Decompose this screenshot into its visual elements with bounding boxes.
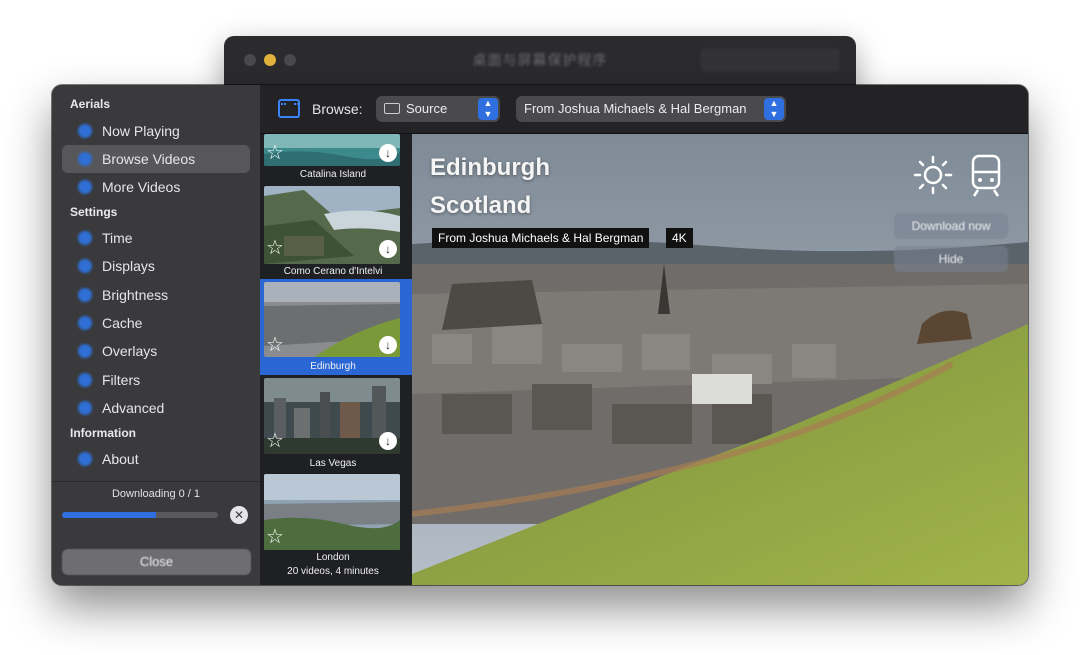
video-name: Edinburgh bbox=[310, 361, 356, 372]
section-settings: Settings bbox=[70, 205, 118, 219]
preview-subtitle: Scotland bbox=[430, 192, 532, 219]
favorite-star-icon[interactable]: ☆ bbox=[266, 527, 284, 547]
favorite-star-icon[interactable]: ☆ bbox=[266, 335, 284, 355]
background-search-field bbox=[700, 48, 840, 72]
sidebar-item-about[interactable]: About bbox=[62, 445, 250, 473]
section-aerials: Aerials bbox=[70, 97, 111, 111]
sidebar-item-more-videos[interactable]: More Videos bbox=[62, 173, 250, 201]
sidebar-item-label: Now Playing bbox=[102, 123, 180, 139]
toolbar: Browse: Source ▲ ▼ From Joshua Michaels &… bbox=[260, 85, 1028, 134]
sidebar-item-label: Browse Videos bbox=[102, 151, 196, 167]
video-count: 20 videos, 4 minutes bbox=[287, 566, 379, 577]
brightness-icon bbox=[78, 288, 92, 302]
source-select[interactable]: Source ▲ ▼ bbox=[376, 96, 500, 122]
sidebar-item-brightness[interactable]: Brightness bbox=[62, 281, 250, 309]
list-item[interactable]: ☆ London 20 videos, 4 minutes bbox=[260, 472, 412, 585]
download-icon[interactable]: ↓ bbox=[379, 240, 397, 258]
video-list: ☆ ↓ Catalina Island ☆ ↓ Como Cerano d'In… bbox=[260, 134, 412, 585]
chevron-updown-icon: ▲ ▼ bbox=[478, 98, 498, 120]
section-information: Information bbox=[70, 426, 136, 440]
sidebar-item-label: Filters bbox=[102, 372, 141, 388]
source-value: Source bbox=[406, 101, 448, 116]
video-name: Como Cerano d'Intelvi bbox=[283, 266, 383, 277]
sidebar-item-filters[interactable]: Filters bbox=[62, 366, 250, 394]
close-button[interactable]: Close bbox=[62, 549, 251, 575]
sidebar-item-label: About bbox=[102, 451, 139, 467]
filter-icon bbox=[78, 373, 92, 387]
play-icon bbox=[78, 124, 92, 138]
browse-label: Browse: bbox=[312, 101, 363, 117]
author-select[interactable]: From Joshua Michaels & Hal Bergman ▲ ▼ bbox=[516, 96, 786, 122]
video-name: London bbox=[316, 552, 350, 563]
preview-title: Edinburgh bbox=[430, 154, 550, 181]
download-progress-fill bbox=[62, 512, 156, 518]
cancel-download-icon[interactable]: ✕ bbox=[230, 506, 248, 524]
list-item[interactable]: ☆ ↓ Catalina Island bbox=[260, 134, 412, 182]
video-name: Catalina Island bbox=[299, 169, 367, 180]
video-preview: Edinburgh Scotland From Joshua Michaels … bbox=[412, 134, 1028, 585]
favorite-star-icon[interactable]: ☆ bbox=[266, 238, 284, 258]
cache-icon bbox=[78, 316, 92, 330]
sidebar-item-label: Overlays bbox=[102, 343, 158, 359]
list-item[interactable]: ☆ ↓ Como Cerano d'Intelvi bbox=[260, 184, 412, 278]
info-icon bbox=[78, 452, 92, 466]
quality-badge: 4K bbox=[666, 228, 693, 248]
sidebar-item-displays[interactable]: Displays bbox=[62, 252, 250, 280]
download-status: Downloading 0 / 1 bbox=[111, 488, 201, 500]
sidebar-item-label: Advanced bbox=[102, 400, 165, 416]
download-icon bbox=[78, 180, 92, 194]
film-icon bbox=[78, 152, 92, 166]
background-window-title: 桌面与屏幕保护程序 bbox=[472, 52, 608, 68]
aerial-settings-window: Aerials Now Playing Browse Videos More V… bbox=[52, 85, 1028, 585]
sidebar-item-advanced[interactable]: Advanced bbox=[62, 394, 250, 422]
sidebar-divider bbox=[52, 481, 260, 482]
video-thumbnail bbox=[264, 474, 400, 550]
favorite-star-icon[interactable]: ☆ bbox=[266, 431, 284, 451]
sidebar-item-label: Displays bbox=[102, 258, 155, 274]
sidebar-item-time[interactable]: Time bbox=[62, 224, 250, 252]
list-item[interactable]: ☆ ↓ Las Vegas bbox=[260, 376, 412, 472]
clock-icon bbox=[78, 231, 92, 245]
download-icon[interactable]: ↓ bbox=[379, 432, 397, 450]
hide-button[interactable]: Hide bbox=[894, 246, 1008, 272]
sun-icon bbox=[912, 154, 954, 201]
download-icon[interactable]: ↓ bbox=[379, 144, 397, 162]
favorite-star-icon[interactable]: ☆ bbox=[266, 143, 284, 163]
credit-badge: From Joshua Michaels & Hal Bergman bbox=[432, 228, 650, 248]
download-progress-bar bbox=[62, 512, 218, 518]
sidebar-item-overlays[interactable]: Overlays bbox=[62, 337, 250, 365]
film-icon bbox=[278, 99, 300, 118]
download-now-button[interactable]: Download now bbox=[894, 213, 1008, 239]
list-item-selected[interactable]: ☆ ↓ Edinburgh bbox=[260, 279, 412, 375]
train-icon bbox=[970, 154, 1002, 203]
sidebar-item-browse-videos[interactable]: Browse Videos bbox=[62, 145, 250, 173]
gear-icon bbox=[78, 401, 92, 415]
display-icon bbox=[78, 259, 92, 273]
video-name: Las Vegas bbox=[309, 458, 357, 469]
sidebar-item-label: Time bbox=[102, 230, 133, 246]
sidebar-item-now-playing[interactable]: Now Playing bbox=[62, 117, 250, 145]
chevron-updown-icon: ▲ ▼ bbox=[764, 98, 784, 120]
sidebar: Aerials Now Playing Browse Videos More V… bbox=[52, 85, 260, 585]
sidebar-item-label: Cache bbox=[102, 315, 143, 331]
download-icon[interactable]: ↓ bbox=[379, 336, 397, 354]
sidebar-item-label: More Videos bbox=[102, 179, 181, 195]
sidebar-item-cache[interactable]: Cache bbox=[62, 309, 250, 337]
sidebar-item-label: Brightness bbox=[102, 287, 169, 303]
overlays-icon bbox=[78, 344, 92, 358]
source-icon bbox=[384, 103, 400, 114]
author-value: From Joshua Michaels & Hal Bergman bbox=[524, 101, 747, 116]
